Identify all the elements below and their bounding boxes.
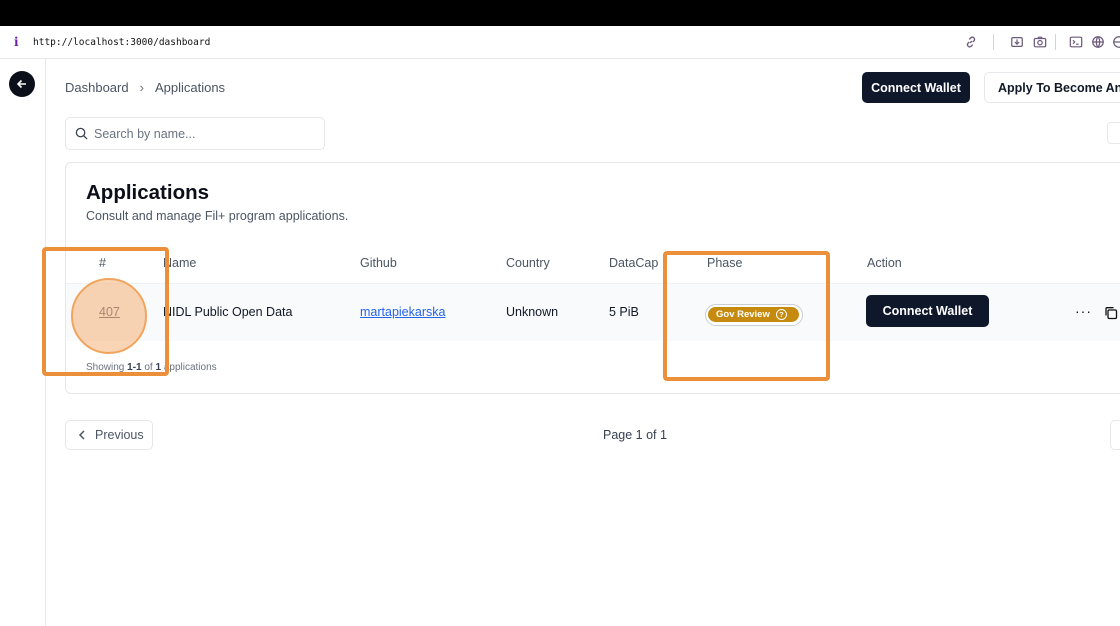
more-icon[interactable]: ··· <box>1075 303 1092 319</box>
extension-icon[interactable] <box>1112 35 1120 49</box>
next-page-button[interactable] <box>1110 420 1120 450</box>
back-button[interactable] <box>9 71 35 97</box>
application-country: Unknown <box>506 305 559 319</box>
column-header-action: Action <box>867 256 902 270</box>
camera-icon[interactable] <box>1033 35 1047 49</box>
application-name: NIDL Public Open Data <box>163 305 293 319</box>
filter-button[interactable] <box>1107 122 1120 144</box>
back-arrow-icon <box>16 79 26 89</box>
download-icon[interactable] <box>1010 35 1024 49</box>
column-header-datacap: DataCap <box>609 256 659 270</box>
copy-icon[interactable] <box>1104 306 1118 325</box>
apply-notary-button[interactable]: Apply To Become An A <box>984 72 1120 103</box>
previous-label: Previous <box>95 428 144 442</box>
sidebar <box>0 59 46 626</box>
info-icon[interactable]: i <box>14 35 19 49</box>
chevron-left-icon <box>78 430 85 440</box>
applications-card: Applications Consult and manage Fil+ pro… <box>65 162 1120 394</box>
breadcrumb-dashboard[interactable]: Dashboard <box>65 80 129 95</box>
previous-page-button[interactable]: Previous <box>65 420 153 450</box>
page-subtitle: Consult and manage Fil+ program applicat… <box>86 209 349 223</box>
search-icon <box>75 127 88 140</box>
column-header-github: Github <box>360 256 397 270</box>
header-connect-wallet-button[interactable]: Connect Wallet <box>862 72 970 103</box>
column-header-country: Country <box>506 256 550 270</box>
application-datacap: 5 PiB <box>609 305 639 319</box>
breadcrumb-chevron-icon: › <box>139 80 144 95</box>
browser-url-bar: i http://localhost:3000/dashboard <box>0 26 1120 59</box>
highlight-box-phase <box>663 251 830 381</box>
globe-icon[interactable] <box>1091 35 1105 49</box>
toolbar-separator <box>1055 34 1056 50</box>
window-top-bar <box>0 0 1120 26</box>
showing-suffix: applications <box>161 362 217 373</box>
page-indicator: Page 1 of 1 <box>603 428 667 442</box>
highlight-box-id <box>42 247 169 376</box>
github-link[interactable]: martapiekarska <box>360 305 445 319</box>
page-title: Applications <box>86 181 210 204</box>
search-input[interactable] <box>94 126 314 141</box>
url-text[interactable]: http://localhost:3000/dashboard <box>33 37 210 48</box>
row-connect-wallet-button[interactable]: Connect Wallet <box>866 295 989 327</box>
breadcrumb-applications[interactable]: Applications <box>155 80 225 95</box>
search-field[interactable] <box>65 117 325 150</box>
terminal-icon[interactable] <box>1069 35 1083 49</box>
breadcrumb: Dashboard › Applications <box>65 80 225 95</box>
toolbar-separator <box>993 34 994 50</box>
link-icon[interactable] <box>964 35 978 49</box>
